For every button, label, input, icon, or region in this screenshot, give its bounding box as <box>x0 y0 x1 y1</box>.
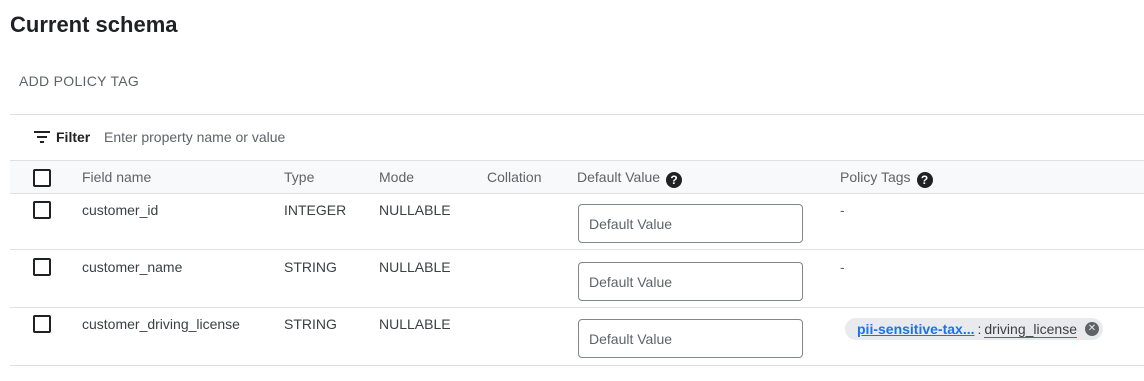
policy-taxonomy-link[interactable]: pii-sensitive-tax... <box>857 321 974 337</box>
table-row: customer_name STRING NULLABLE - <box>10 250 1144 308</box>
select-all-checkbox[interactable] <box>33 169 51 187</box>
policy-tags-help-icon[interactable]: ? <box>916 172 933 188</box>
row-checkbox[interactable] <box>33 201 51 219</box>
default-value-input[interactable] <box>578 262 803 301</box>
policy-tag-chip: pii-sensitive-tax... : driving_license ✕ <box>845 318 1103 340</box>
header-collation[interactable]: Collation <box>487 169 541 185</box>
row-checkbox[interactable] <box>33 258 51 276</box>
policy-tag-name: driving_license <box>984 320 1077 338</box>
header-field-name[interactable]: Field name <box>82 169 151 185</box>
header-policy-tags-label: Policy Tags <box>840 169 911 185</box>
type-cell: INTEGER <box>284 202 347 218</box>
header-policy-tags: Policy Tags? <box>840 169 933 188</box>
table-row: customer_id INTEGER NULLABLE - <box>10 193 1144 250</box>
remove-policy-tag-icon[interactable]: ✕ <box>1084 322 1099 336</box>
header-type[interactable]: Type <box>284 169 314 185</box>
add-policy-tag-button[interactable]: ADD POLICY TAG <box>19 73 139 89</box>
type-cell: STRING <box>284 259 337 275</box>
field-name-cell: customer_driving_license <box>82 316 240 332</box>
field-name-cell: customer_name <box>82 259 183 275</box>
header-mode[interactable]: Mode <box>379 169 414 185</box>
filter-bar: Filter <box>10 114 1144 160</box>
filter-label[interactable]: Filter <box>56 129 90 145</box>
policy-tag-separator: : <box>977 321 982 337</box>
default-value-input[interactable] <box>578 204 803 243</box>
filter-input[interactable] <box>104 125 604 149</box>
page-title: Current schema <box>10 12 178 37</box>
mode-cell: NULLABLE <box>379 316 451 332</box>
policy-tag-cell: - <box>840 202 845 218</box>
header-default-value: Default Value? <box>577 169 683 188</box>
type-cell: STRING <box>284 316 337 332</box>
default-value-input[interactable] <box>578 319 803 358</box>
field-name-cell: customer_id <box>82 202 159 218</box>
mode-cell: NULLABLE <box>379 259 451 275</box>
default-value-help-icon[interactable]: ? <box>666 172 683 188</box>
mode-cell: NULLABLE <box>379 202 451 218</box>
filter-icon[interactable] <box>34 131 50 143</box>
table-header: Field name Type Mode Collation Default V… <box>10 160 1144 194</box>
table-row: customer_driving_license STRING NULLABLE… <box>10 308 1144 366</box>
policy-tag-cell: - <box>840 259 845 275</box>
header-default-value-label: Default Value <box>577 169 661 185</box>
row-checkbox[interactable] <box>33 315 51 333</box>
